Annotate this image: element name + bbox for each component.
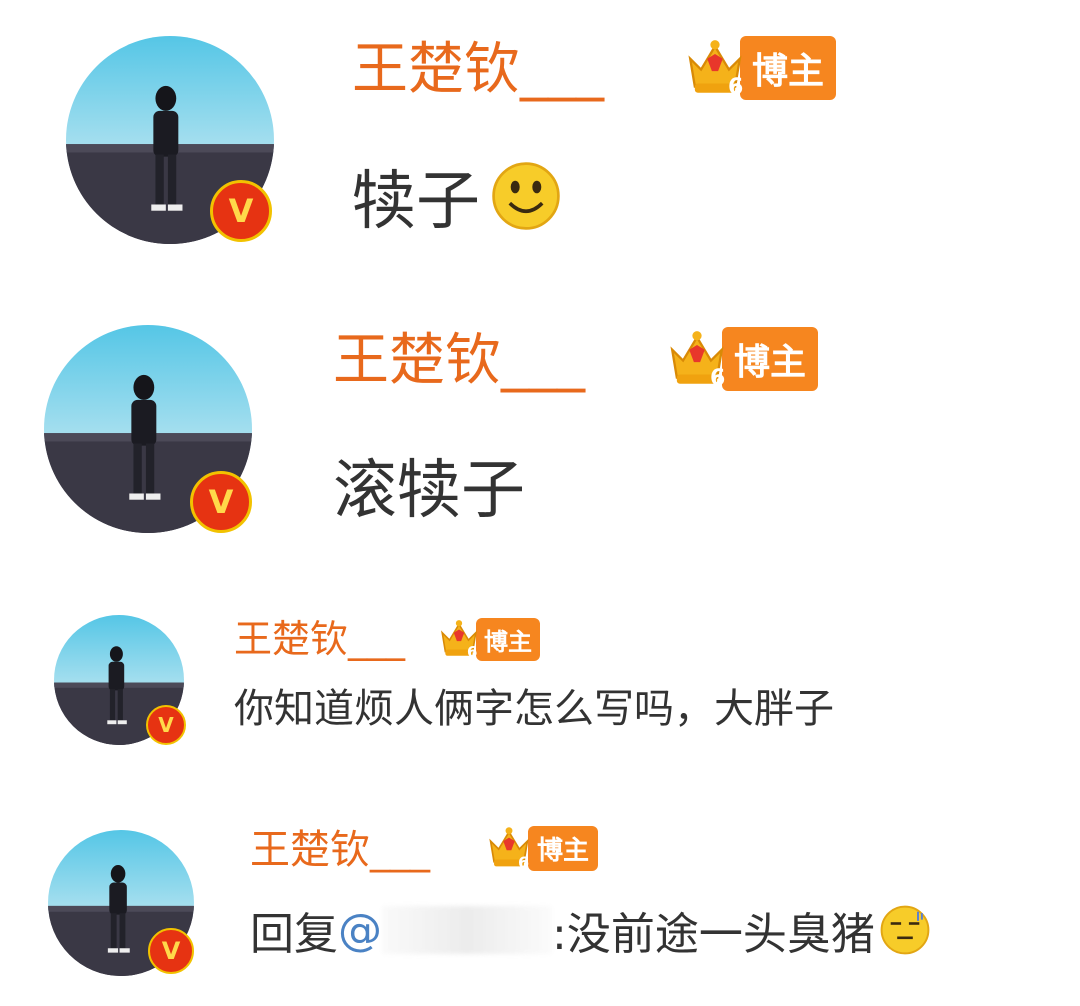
verified-badge-icon: V xyxy=(210,180,272,242)
crown-icon: 6 xyxy=(438,615,480,663)
mention-link[interactable]: @ xyxy=(338,905,382,956)
level-badge: 6 博主 xyxy=(438,613,540,665)
comment-text: 犊子 xyxy=(352,154,562,239)
blogger-badge: 博主 xyxy=(722,327,819,391)
level-badge: 6 博主 xyxy=(684,30,837,106)
blurred-username xyxy=(382,906,552,954)
verified-badge-icon: V xyxy=(190,471,252,533)
speechless-emoji-icon xyxy=(879,904,931,956)
comment-text: 你知道烦人俩字怎么写吗，大胖子 xyxy=(234,677,834,733)
verified-badge-icon: V xyxy=(148,928,194,974)
username[interactable]: 王楚钦___ xyxy=(250,824,430,876)
comment-body: 滚犊子 xyxy=(333,454,525,528)
comment-text: 滚犊子 xyxy=(333,443,525,528)
level-number: 6 xyxy=(518,853,530,872)
comment-card-1: V 王楚钦___ 6 博主 犊子 xyxy=(0,0,1080,278)
blogger-badge: 博主 xyxy=(740,36,837,100)
level-number: 6 xyxy=(728,75,744,100)
crown-icon: 6 xyxy=(666,324,728,394)
blogger-badge: 博主 xyxy=(476,617,540,661)
comment-body: 犊子 xyxy=(352,165,480,239)
crown-icon: 6 xyxy=(684,33,746,103)
comment-card-2: V 王楚钦___ 6 博主 滚犊子 xyxy=(0,285,1080,565)
comment-body: 你知道烦人俩字怎么写吗，大胖子 xyxy=(234,686,834,732)
verified-badge-icon: V xyxy=(146,705,186,745)
reply-prefix: 回复 xyxy=(250,909,338,960)
level-badge: 6 博主 xyxy=(486,820,599,876)
comment-body: :没前途一头臭猪 xyxy=(552,909,875,960)
level-number: 6 xyxy=(710,366,726,391)
comment-card-4: V 王楚钦___ 6 博主 回复 @ :没前途一头臭猪 xyxy=(0,800,1080,1000)
smile-emoji-icon xyxy=(490,160,562,232)
blogger-badge: 博主 xyxy=(528,825,599,871)
comment-text: 回复 @ :没前途一头臭猪 xyxy=(250,898,931,962)
level-number: 6 xyxy=(467,643,478,661)
username[interactable]: 王楚钦___ xyxy=(333,325,585,397)
comment-card-3: V 王楚钦___ 6 博主 你知道烦人俩字怎么写吗，大胖子 xyxy=(0,585,1080,785)
username[interactable]: 王楚钦___ xyxy=(234,615,405,663)
crown-icon: 6 xyxy=(486,822,532,874)
level-badge: 6 博主 xyxy=(666,321,819,397)
username[interactable]: 王楚钦___ xyxy=(352,34,604,106)
